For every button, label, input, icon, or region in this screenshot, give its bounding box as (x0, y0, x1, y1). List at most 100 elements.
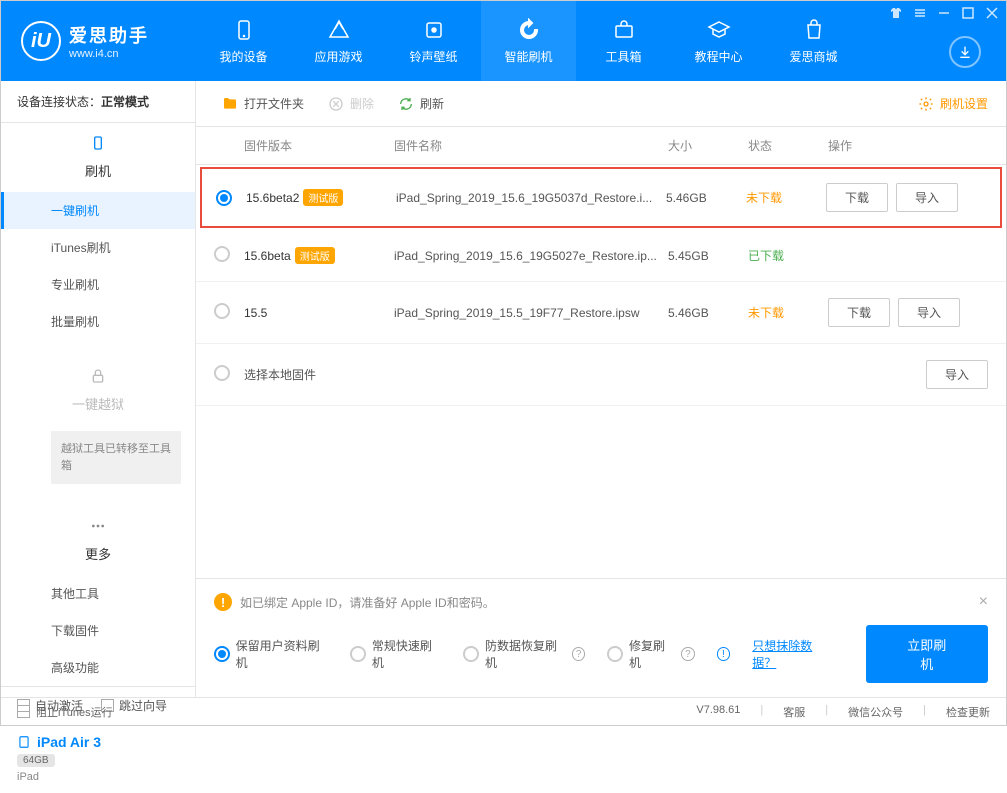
logo-icon: iU (21, 21, 61, 61)
sidebar-item-download-fw[interactable]: 下载固件 (1, 612, 195, 649)
sidebar-item-other-tools[interactable]: 其他工具 (1, 575, 195, 612)
sidebar: 设备连接状态：正常模式 刷机 一键刷机 iTunes刷机 专业刷机 批量刷机 一… (1, 81, 196, 697)
device-info: iPad Air 3 64GB iPad (1, 724, 195, 793)
minimize-button[interactable] (936, 5, 952, 21)
flash-settings-button[interactable]: 刷机设置 (918, 95, 988, 112)
sidebar-item-batch[interactable]: 批量刷机 (1, 303, 195, 340)
tab-ringtone[interactable]: 铃声壁纸 (386, 1, 481, 81)
maximize-button[interactable] (960, 5, 976, 21)
version-text: 15.5 (244, 306, 267, 320)
close-warning-button[interactable]: × (979, 593, 988, 611)
firmware-row[interactable]: 15.5 iPad_Spring_2019_15.5_19F77_Restore… (196, 282, 1006, 344)
apps-icon (327, 18, 351, 42)
refresh-button[interactable]: 刷新 (390, 91, 452, 116)
help-icon[interactable]: ? (572, 647, 586, 661)
tab-smart-flash[interactable]: 智能刷机 (481, 1, 576, 81)
tab-my-device[interactable]: 我的设备 (196, 1, 291, 81)
lock-icon (90, 368, 106, 384)
download-button[interactable]: 下载 (828, 298, 890, 327)
firmware-size: 5.46GB (666, 191, 746, 205)
col-size: 大小 (668, 137, 748, 154)
device-type: iPad (17, 771, 179, 783)
erase-data-link[interactable]: 只想抹除数据？ (752, 637, 833, 671)
nav-tabs: 我的设备 应用游戏 铃声壁纸 智能刷机 工具箱 教程中心 爱思商城 (196, 1, 1006, 81)
folder-icon (222, 96, 238, 112)
tab-apps[interactable]: 应用游戏 (291, 1, 386, 81)
logo-area: iU 爱思助手 www.i4.cn (1, 21, 196, 61)
download-manager-button[interactable] (949, 36, 981, 68)
import-local-button[interactable]: 导入 (926, 360, 988, 389)
beta-badge: 测试版 (295, 247, 335, 264)
more-icon (90, 518, 106, 534)
window-controls (888, 5, 1000, 21)
col-name: 固件名称 (394, 137, 668, 154)
device-storage: 64GB (17, 754, 55, 767)
tutorial-icon (707, 18, 731, 42)
sidebar-group-more[interactable]: 更多 (1, 506, 195, 575)
gear-icon (918, 96, 934, 112)
firmware-name: iPad_Spring_2019_15.6_19G5037d_Restore.i… (396, 191, 666, 205)
radio-select[interactable] (214, 246, 230, 262)
firmware-status: 未下载 (748, 304, 828, 321)
app-header: iU 爱思助手 www.i4.cn 我的设备 应用游戏 铃声壁纸 智能刷机 工具… (1, 1, 1006, 81)
tab-tutorial[interactable]: 教程中心 (671, 1, 766, 81)
jailbreak-notice: 越狱工具已转移至工具箱 (51, 431, 181, 484)
service-link[interactable]: 客服 (783, 704, 805, 720)
tab-toolbox[interactable]: 工具箱 (576, 1, 671, 81)
skin-button[interactable] (888, 5, 904, 21)
delete-icon (328, 96, 344, 112)
col-status: 状态 (748, 137, 828, 154)
option-keep-data[interactable]: 保留用户资料刷机 (214, 637, 328, 671)
sidebar-item-oneclick[interactable]: 一键刷机 (1, 192, 195, 229)
warning-row: ! 如已绑定 Apple ID，请准备好 Apple ID和密码。 × (214, 593, 988, 611)
menu-button[interactable] (912, 5, 928, 21)
check-update-link[interactable]: 检查更新 (946, 704, 990, 720)
info-icon[interactable]: ! (717, 647, 731, 661)
sidebar-item-itunes[interactable]: iTunes刷机 (1, 229, 195, 266)
app-name: 爱思助手 (69, 22, 149, 48)
wechat-link[interactable]: 微信公众号 (848, 704, 903, 720)
option-repair[interactable]: 修复刷机? (607, 637, 694, 671)
flash-now-button[interactable]: 立即刷机 (866, 625, 988, 683)
ringtone-icon (422, 18, 446, 42)
option-normal[interactable]: 常规快速刷机 (350, 637, 441, 671)
sidebar-item-advanced[interactable]: 高级功能 (1, 649, 195, 686)
flash-icon (517, 18, 541, 42)
sidebar-group-jailbreak: 一键越狱 (1, 356, 195, 425)
block-itunes-checkbox[interactable]: 阻止iTunes运行 (17, 704, 113, 720)
tab-store[interactable]: 爱思商城 (766, 1, 861, 81)
tablet-icon (17, 735, 31, 749)
local-firmware-row[interactable]: 选择本地固件 导入 (196, 344, 1006, 406)
beta-badge: 测试版 (303, 189, 343, 206)
warning-icon: ! (214, 593, 232, 611)
radio-select[interactable] (216, 190, 232, 206)
version-text: 15.6beta (244, 249, 291, 263)
close-button[interactable] (984, 5, 1000, 21)
import-button[interactable]: 导入 (898, 298, 960, 327)
firmware-size: 5.46GB (668, 306, 748, 320)
open-folder-button[interactable]: 打开文件夹 (214, 91, 312, 116)
toolbox-icon (612, 18, 636, 42)
connection-status: 设备连接状态：正常模式 (1, 81, 195, 123)
app-url: www.i4.cn (69, 48, 149, 60)
sidebar-item-pro[interactable]: 专业刷机 (1, 266, 195, 303)
phone-icon (90, 135, 106, 151)
device-name[interactable]: iPad Air 3 (17, 734, 179, 750)
col-version: 固件版本 (244, 137, 394, 154)
firmware-name: iPad_Spring_2019_15.5_19F77_Restore.ipsw (394, 306, 668, 320)
import-button[interactable]: 导入 (896, 183, 958, 212)
col-actions: 操作 (828, 137, 988, 154)
radio-local[interactable] (214, 365, 230, 381)
delete-button: 删除 (320, 91, 382, 116)
option-recovery[interactable]: 防数据恢复刷机? (463, 637, 585, 671)
download-button[interactable]: 下载 (826, 183, 888, 212)
main-content: 打开文件夹 删除 刷新 刷机设置 固件版本 固件名称 大小 状态 操作 (196, 81, 1006, 697)
bottom-panel: ! 如已绑定 Apple ID，请准备好 Apple ID和密码。 × 保留用户… (196, 578, 1006, 697)
firmware-row[interactable]: 15.6beta测试版 iPad_Spring_2019_15.6_19G502… (196, 230, 1006, 282)
help-icon[interactable]: ? (681, 647, 695, 661)
radio-select[interactable] (214, 303, 230, 319)
firmware-status: 未下载 (746, 189, 826, 206)
sidebar-group-flash[interactable]: 刷机 (1, 123, 195, 192)
table-header: 固件版本 固件名称 大小 状态 操作 (196, 127, 1006, 165)
firmware-row[interactable]: 15.6beta2测试版 iPad_Spring_2019_15.6_19G50… (200, 167, 1002, 228)
